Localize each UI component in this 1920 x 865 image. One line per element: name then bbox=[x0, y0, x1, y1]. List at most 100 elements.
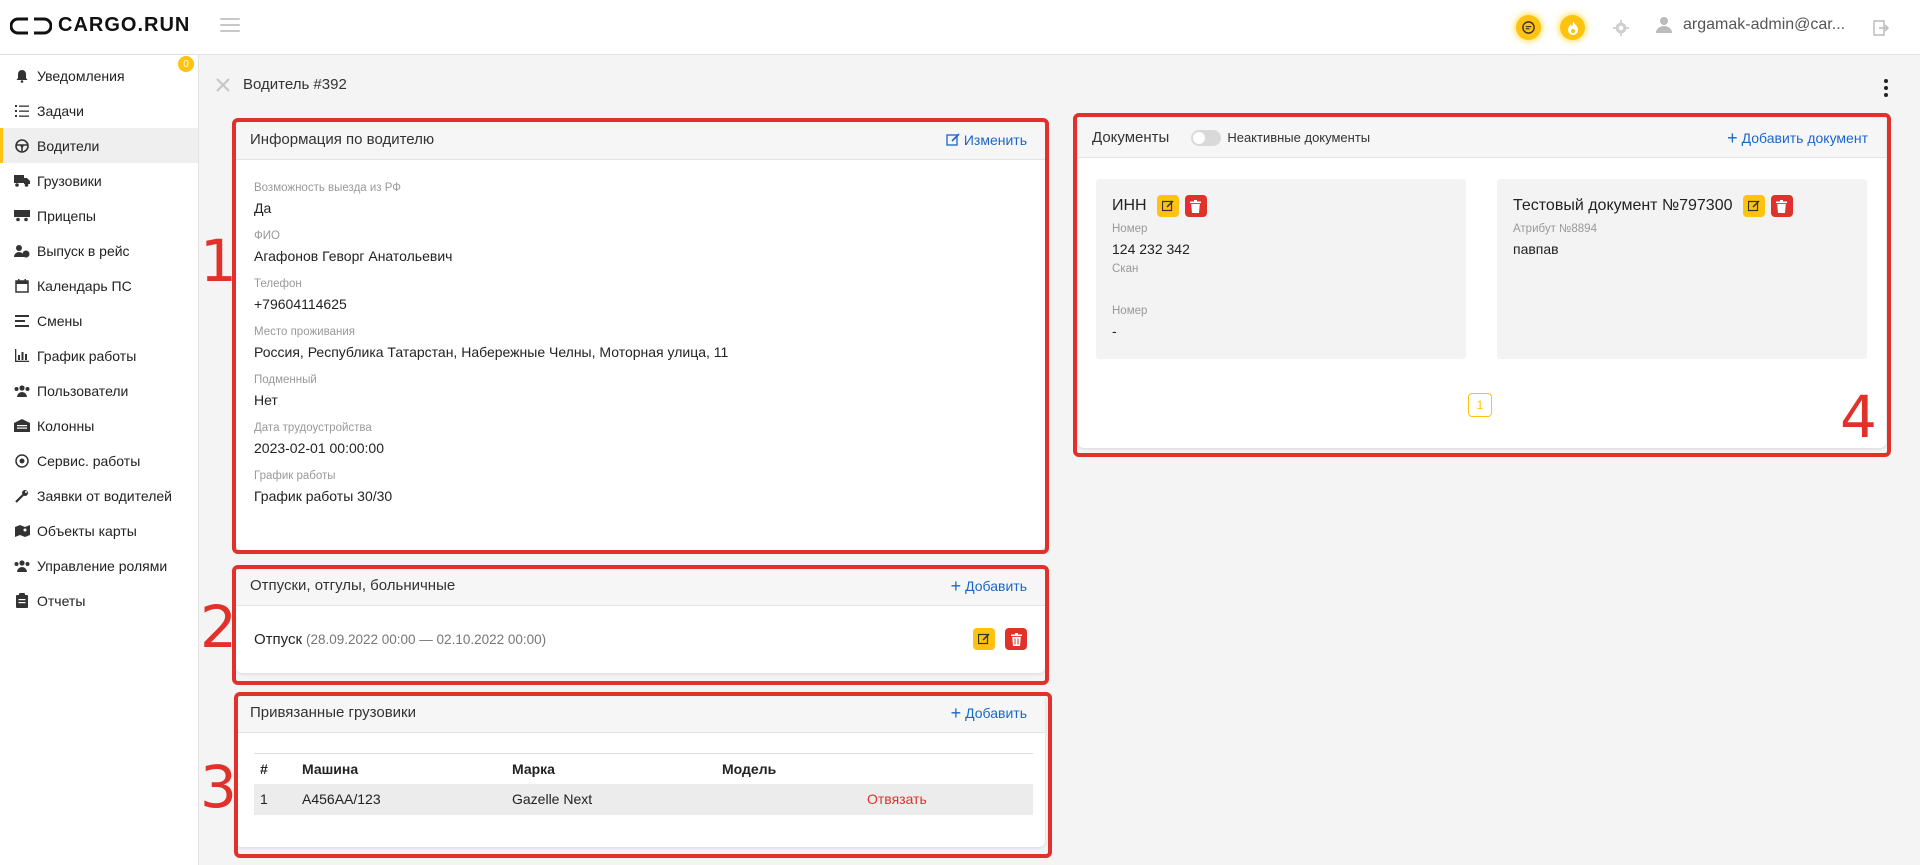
user-menu[interactable]: argamak-admin@car... bbox=[1655, 16, 1845, 34]
field-value: 2023-02-01 00:00:00 bbox=[254, 440, 384, 456]
sidebar-item-columns[interactable]: Колонны bbox=[0, 408, 198, 443]
chat-icon[interactable] bbox=[1516, 15, 1541, 40]
delete-leave-button[interactable] bbox=[1005, 628, 1027, 650]
sidebar-item-label: Задачи bbox=[37, 102, 85, 119]
attr-value: павпав bbox=[1513, 241, 1559, 257]
warehouse-icon bbox=[14, 418, 30, 434]
attr-value: 124 232 342 bbox=[1112, 241, 1190, 257]
user-name: argamak-admin@car... bbox=[1683, 16, 1846, 33]
inactive-docs-toggle[interactable] bbox=[1191, 129, 1222, 146]
trucks-card: Привязанные грузовики + Добавить # Машина… bbox=[236, 693, 1045, 847]
sidebar-item-users[interactable]: Пользователи bbox=[0, 373, 198, 408]
sidebar-item-label: Выпуск в рейс bbox=[37, 242, 130, 259]
sidebar-item-trailers[interactable]: Прицепы bbox=[0, 198, 198, 233]
info-field: Дата трудоустройства 2023-02-01 00:00:00 bbox=[236, 422, 1045, 456]
notification-badge: 0 bbox=[178, 56, 194, 72]
page-title: Водитель #392 bbox=[243, 76, 347, 93]
edit-icon bbox=[1161, 200, 1174, 212]
sidebar-item-map-objects[interactable]: Объекты карты bbox=[0, 513, 198, 548]
attr-label: Номер bbox=[1112, 223, 1148, 235]
field-label: ФИО bbox=[254, 230, 280, 242]
plus-icon: + bbox=[950, 575, 962, 596]
add-leave-button[interactable]: + Добавить bbox=[950, 575, 1027, 596]
truck-icon bbox=[14, 173, 30, 189]
list-icon bbox=[14, 103, 30, 119]
sidebar-item-schedule[interactable]: График работы bbox=[0, 338, 198, 373]
leave-period: (28.09.2022 00:00 — 02.10.2022 00:00) bbox=[305, 631, 547, 647]
field-value: Нет bbox=[254, 392, 278, 408]
sidebar-item-tasks[interactable]: Задачи bbox=[0, 93, 198, 128]
column-header: # bbox=[254, 753, 296, 784]
trash-icon bbox=[1010, 632, 1022, 646]
plus-icon: + bbox=[950, 702, 962, 723]
logout-icon[interactable] bbox=[1868, 15, 1893, 40]
field-label: Возможность выезда из РФ bbox=[254, 182, 402, 194]
sidebar-item-notifications[interactable]: Уведомления 0 bbox=[0, 56, 198, 93]
clipboard-icon bbox=[14, 593, 30, 609]
attr-label: Атрибут №8894 bbox=[1513, 223, 1597, 235]
trucks-table: # Машина Марка Модель 1 А456АА/123 Gazel… bbox=[254, 753, 1033, 815]
sidebar-item-calendar[interactable]: Календарь ПС bbox=[0, 268, 198, 303]
trash-icon bbox=[1190, 199, 1202, 213]
sidebar-item-label: График работы bbox=[37, 347, 137, 364]
card-header: Документы Неактивные документы + Добавить… bbox=[1078, 118, 1886, 158]
leaves-card: Отпуски, отгулы, больничные + Добавить От… bbox=[236, 566, 1045, 673]
page-header: Водитель #392 bbox=[215, 76, 347, 93]
calendar-icon bbox=[14, 278, 30, 294]
add-truck-button[interactable]: + Добавить bbox=[950, 702, 1027, 723]
trash-icon bbox=[1776, 199, 1787, 213]
bar-chart-icon bbox=[14, 348, 30, 364]
cog-circle-icon bbox=[14, 453, 30, 469]
more-options-icon[interactable] bbox=[1883, 79, 1889, 97]
info-field: Телефон +79604114625 bbox=[236, 278, 1045, 312]
sidebar-item-shifts[interactable]: Смены bbox=[0, 303, 198, 338]
sidebar-item-label: Прицепы bbox=[37, 207, 96, 224]
bars-icon bbox=[14, 313, 30, 329]
edit-button[interactable]: Изменить bbox=[946, 132, 1027, 148]
attr-value: - bbox=[1112, 323, 1117, 339]
field-value: Россия, Республика Татарстан, Набережные… bbox=[254, 344, 729, 360]
sidebar-item-label: Смены bbox=[37, 312, 83, 329]
close-icon[interactable] bbox=[215, 77, 231, 93]
sidebar-item-label: Отчеты bbox=[37, 592, 86, 609]
annotation-number: 3 bbox=[200, 753, 237, 821]
add-document-button[interactable]: + Добавить документ bbox=[1727, 129, 1868, 147]
users-cog-icon bbox=[14, 558, 30, 574]
sidebar-item-drivers[interactable]: Водители bbox=[0, 128, 198, 163]
sidebar-item-trucks[interactable]: Грузовики bbox=[0, 163, 198, 198]
sidebar-item-label: Грузовики bbox=[37, 172, 102, 189]
info-field: Место проживания Россия, Республика Тата… bbox=[236, 326, 1045, 360]
sidebar-item-service[interactable]: Сервис. работы bbox=[0, 443, 198, 478]
edit-document-button[interactable] bbox=[1742, 195, 1765, 217]
steering-wheel-icon bbox=[14, 138, 30, 154]
attr-label: Номер bbox=[1112, 305, 1148, 317]
sidebar-item-roles[interactable]: Управление ролями bbox=[0, 548, 198, 583]
leave-row: Отпуск (28.09.2022 00:00 — 02.10.2022 00… bbox=[236, 606, 1045, 672]
sidebar-item-dispatch[interactable]: Выпуск в рейс bbox=[0, 233, 198, 268]
map-icon bbox=[14, 523, 30, 539]
edit-label: Изменить bbox=[963, 131, 1027, 148]
delete-document-button[interactable] bbox=[1770, 195, 1793, 217]
sidebar-item-driver-requests[interactable]: Заявки от водителей bbox=[0, 478, 198, 513]
card-header: Привязанные грузовики + Добавить bbox=[236, 693, 1045, 733]
users-icon bbox=[14, 383, 30, 399]
unlink-button[interactable]: Отвязать bbox=[861, 783, 1033, 815]
app-logo[interactable]: CARGO.RUN bbox=[10, 14, 190, 37]
sidebar-item-label: Уведомления bbox=[37, 67, 125, 84]
fire-icon[interactable] bbox=[1560, 15, 1585, 40]
menu-toggle-icon[interactable] bbox=[220, 18, 240, 34]
edit-leave-button[interactable] bbox=[973, 628, 995, 650]
edit-document-button[interactable] bbox=[1156, 195, 1179, 217]
card-header: Отпуски, отгулы, больничные + Добавить bbox=[236, 566, 1045, 606]
sidebar-item-reports[interactable]: Отчеты bbox=[0, 583, 198, 618]
gear-icon[interactable] bbox=[1608, 15, 1633, 40]
sidebar-item-label: Пользователи bbox=[37, 382, 129, 399]
driver-info-card: Информация по водителю Изменить Возможно… bbox=[236, 120, 1045, 550]
field-value: Да bbox=[254, 200, 272, 216]
card-title: Информация по водителю bbox=[250, 131, 435, 148]
add-label: Добавить bbox=[965, 704, 1027, 721]
delete-document-button[interactable] bbox=[1184, 195, 1207, 217]
pagination-page[interactable]: 1 bbox=[1468, 393, 1492, 417]
card-header: Информация по водителю Изменить bbox=[236, 120, 1045, 160]
info-field: ФИО Агафонов Геворг Анатольевич bbox=[236, 230, 1045, 264]
